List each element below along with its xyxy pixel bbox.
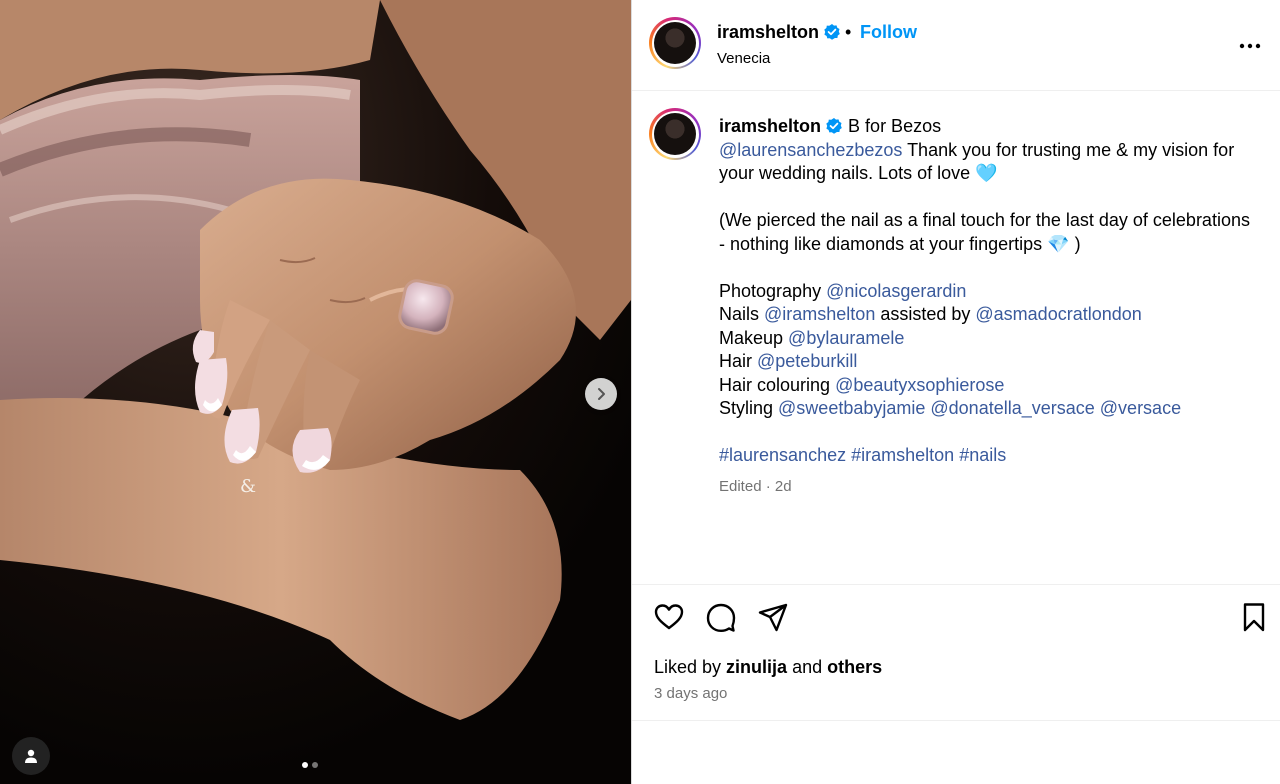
carousel-dot — [312, 762, 318, 768]
comment-icon — [706, 603, 736, 632]
caption-author-avatar[interactable] — [649, 108, 701, 160]
credit-line: Makeup @bylauramele — [719, 327, 1259, 351]
svg-text:&: & — [240, 476, 256, 497]
post-header: iramshelton • Follow Venecia — [632, 0, 1280, 91]
post-photo: & — [0, 0, 631, 784]
hashtag-link[interactable]: #laurensanchez — [719, 445, 846, 465]
post-location[interactable]: Venecia — [717, 50, 770, 67]
mention-link[interactable]: @versace — [1100, 398, 1181, 418]
mention-link[interactable]: @iramshelton — [764, 304, 875, 324]
bookmark-icon — [1243, 603, 1265, 632]
post-media[interactable]: & — [0, 0, 631, 784]
header-separator: • — [845, 22, 852, 42]
credit-line: Hair @peteburkill — [719, 350, 1259, 374]
hashtag-link[interactable]: #nails — [959, 445, 1006, 465]
chevron-right-icon — [598, 388, 605, 400]
action-bar — [632, 601, 1280, 637]
author-avatar[interactable] — [649, 17, 701, 69]
credit-line: Hair colouring @beautyxsophierose — [719, 374, 1259, 398]
credit-line: Styling @sweetbabyjamie @donatella_versa… — [719, 397, 1259, 421]
share-button[interactable] — [757, 601, 789, 638]
more-options-icon — [1239, 43, 1261, 49]
likes-summary: Liked by zinulija and others — [654, 657, 882, 678]
like-button[interactable] — [653, 601, 685, 638]
edited-timestamp: Edited · 2d — [719, 478, 792, 495]
caption-section: iramshelton B for Bezos @laurensanchezbe… — [632, 92, 1280, 584]
caption-username[interactable]: iramshelton — [719, 116, 821, 136]
divider — [632, 720, 1280, 721]
mention-link[interactable]: @nicolasgerardin — [826, 281, 966, 301]
liked-by-user-link[interactable]: zinulija — [726, 657, 787, 677]
carousel-dot-active — [302, 762, 308, 768]
credit-line: Nails @iramshelton assisted by @asmadocr… — [719, 303, 1259, 327]
caption-headline: B for Bezos — [848, 116, 942, 136]
post-details-panel: iramshelton • Follow Venecia iramshelton — [631, 0, 1280, 784]
mention-link[interactable]: @donatella_versace — [930, 398, 1094, 418]
carousel-next-button[interactable] — [585, 378, 617, 410]
mention-link[interactable]: @laurensanchezbezos — [719, 140, 902, 160]
credit-label: Makeup — [719, 327, 789, 348]
likes-and: and — [787, 657, 828, 677]
post-timestamp[interactable]: 3 days ago — [654, 685, 727, 702]
credit-label: Hair — [719, 351, 758, 371]
save-button[interactable] — [1238, 601, 1270, 638]
user-tag-icon — [25, 749, 37, 763]
mention-link[interactable]: @beautyxsophierose — [835, 375, 1004, 395]
credit-label: Nails — [719, 304, 765, 324]
divider — [632, 584, 1280, 585]
more-options-button[interactable] — [1239, 36, 1261, 54]
credit-text: assisted by — [875, 304, 976, 324]
carousel-indicator — [302, 762, 318, 768]
author-username[interactable]: iramshelton — [717, 22, 841, 43]
post-caption: iramshelton B for Bezos @laurensanchezbe… — [719, 115, 1259, 468]
likes-prefix: Liked by — [654, 657, 727, 677]
credit-label: Styling — [719, 398, 779, 418]
credit-label: Hair colouring — [719, 374, 836, 395]
hashtag-link[interactable]: #iramshelton — [851, 445, 954, 465]
share-icon — [758, 603, 788, 632]
mention-link[interactable]: @bylauramele — [788, 328, 904, 348]
comment-button[interactable] — [705, 601, 737, 638]
hashtags: #laurensanchez #iramshelton #nails — [719, 444, 1259, 468]
mention-link[interactable]: @peteburkill — [757, 351, 857, 371]
caption-paragraph: (We pierced the nail as a final touch fo… — [719, 210, 1250, 254]
verified-badge-icon — [824, 24, 840, 40]
verified-badge-icon — [826, 118, 842, 134]
mention-link[interactable]: @sweetbabyjamie — [778, 398, 925, 418]
credit-label: Photography — [719, 280, 827, 301]
credit-line: Photography @nicolasgerardin — [719, 280, 1259, 304]
credits-list: Photography @nicolasgerardin Nails @irams… — [719, 280, 1259, 421]
tagged-users-button[interactable] — [12, 737, 50, 775]
author-username-text[interactable]: iramshelton — [717, 22, 819, 42]
follow-button[interactable]: Follow — [860, 22, 917, 43]
liked-by-others-link[interactable]: others — [827, 657, 882, 677]
mention-link[interactable]: @asmadocratlondon — [975, 304, 1141, 324]
heart-icon — [654, 604, 684, 630]
